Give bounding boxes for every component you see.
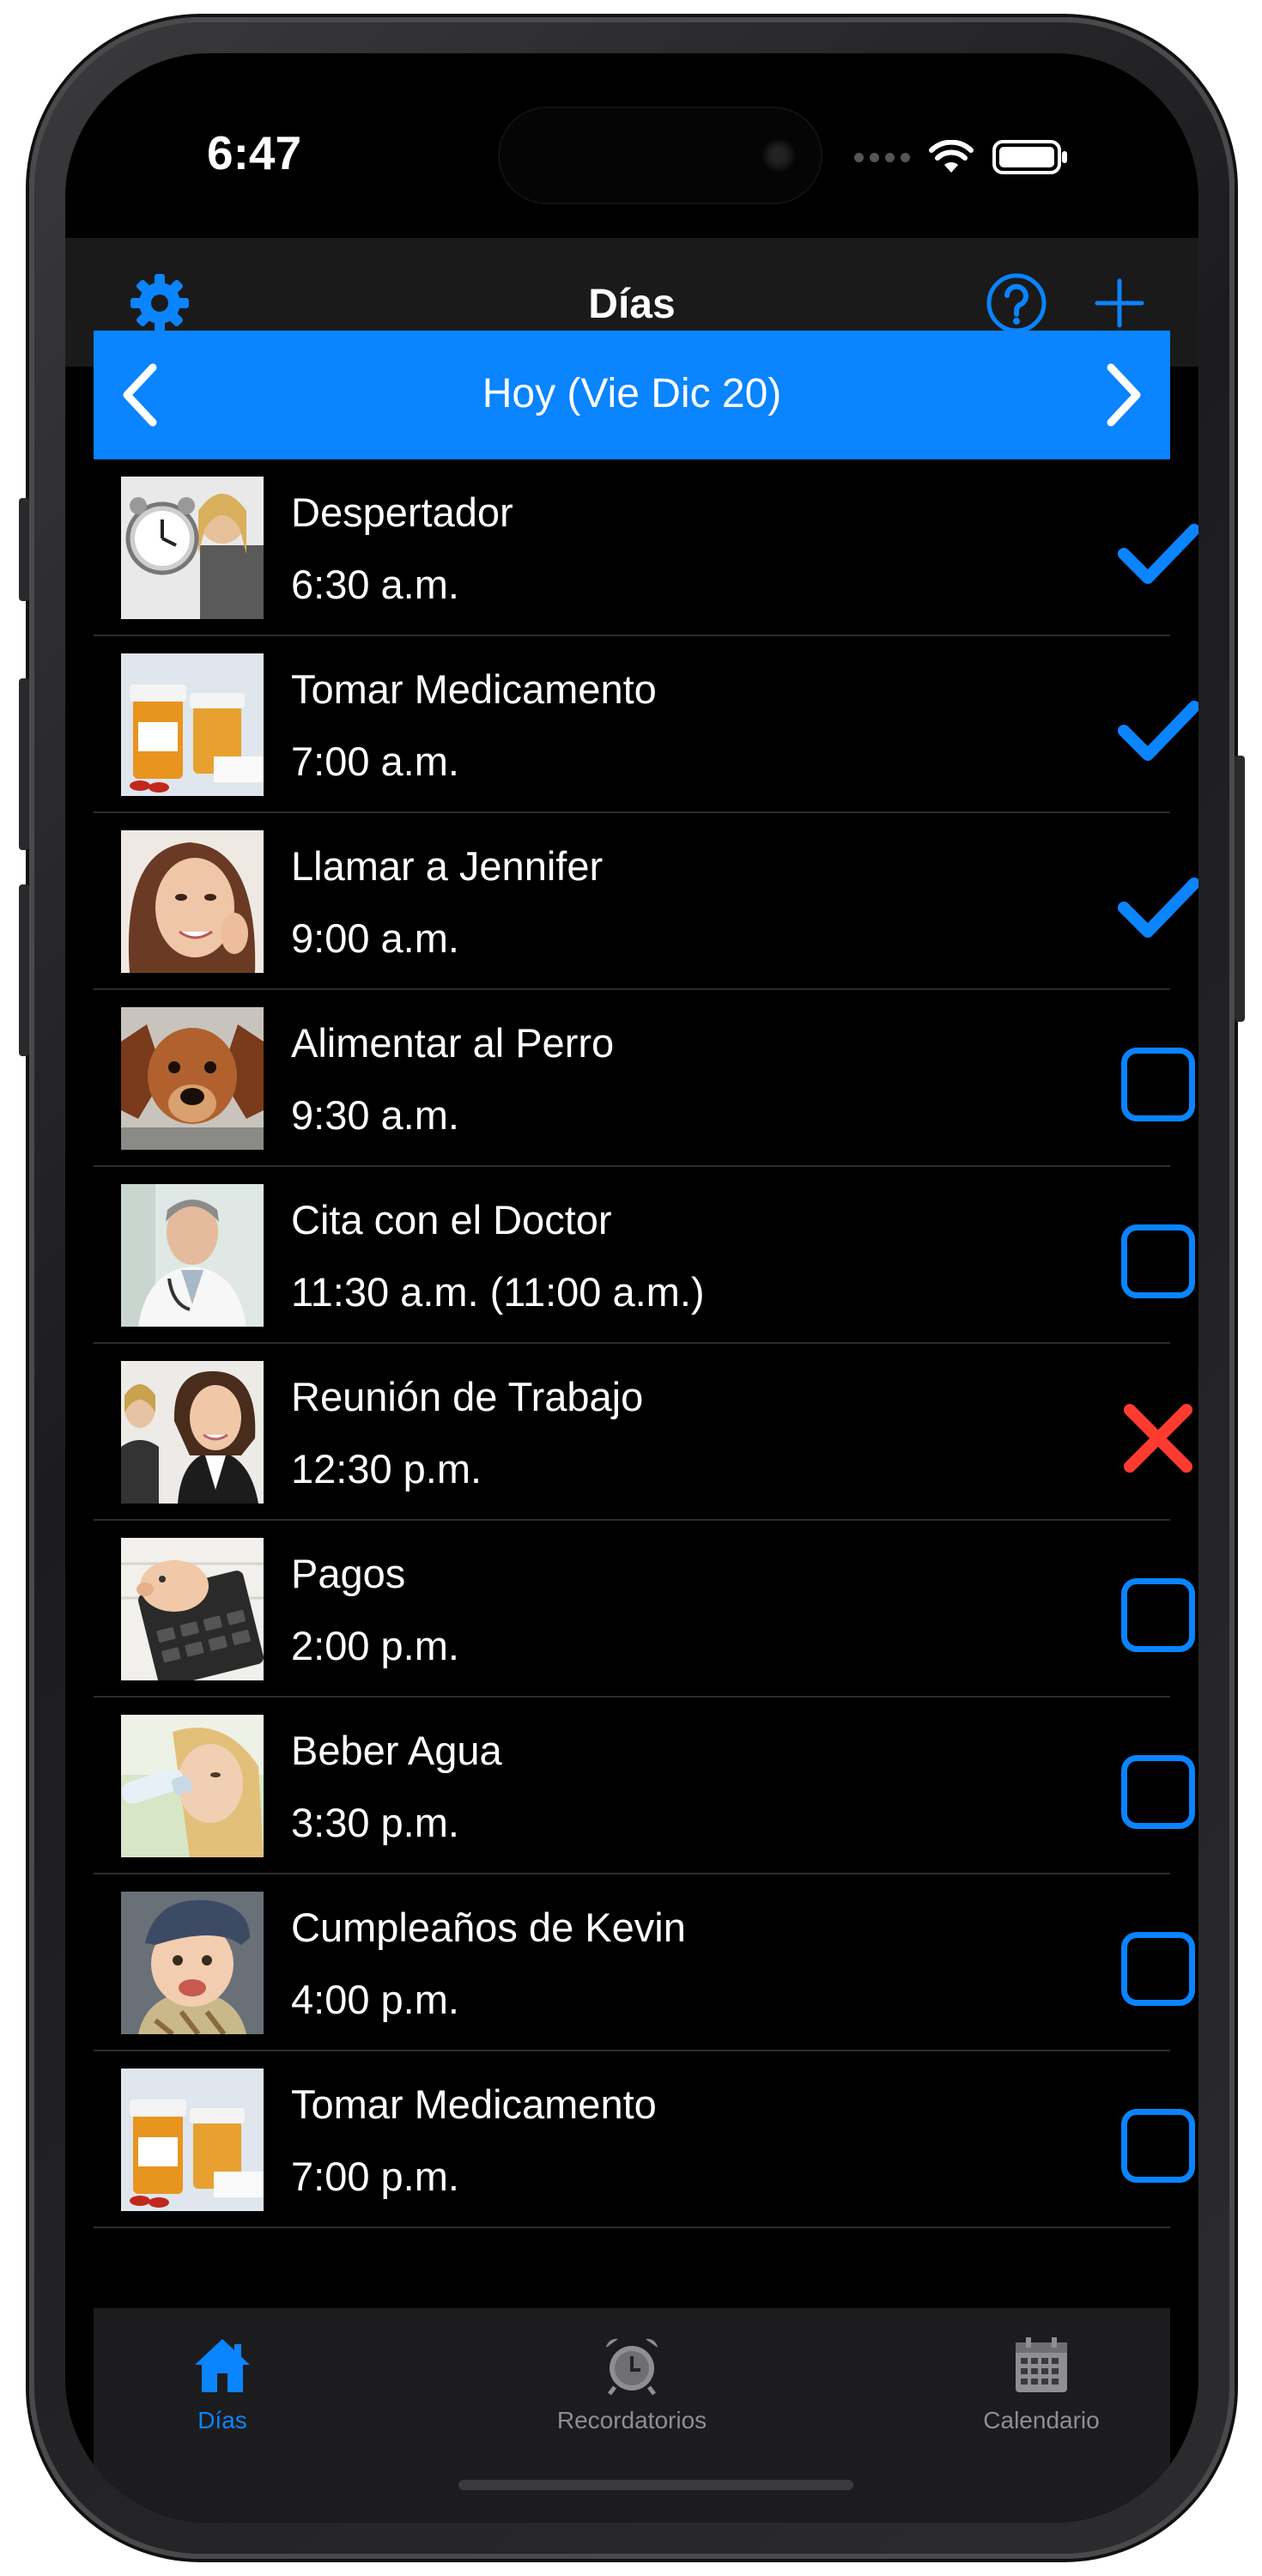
doctor-thumbnail	[121, 1184, 264, 1327]
add-reminder-button[interactable]	[1085, 269, 1154, 337]
reminder-title: Pagos	[291, 1551, 406, 1596]
reminder-time: 12:30 p.m.	[291, 1446, 482, 1492]
reminder-title: Cita con el Doctor	[291, 1197, 612, 1242]
piggy-bank-calculator-thumbnail	[121, 1538, 264, 1680]
checkbox-icon	[1121, 1578, 1195, 1652]
reminder-time: 2:00 p.m.	[291, 1623, 459, 1668]
smiling-woman-thumbnail	[121, 830, 264, 973]
house-icon	[195, 2339, 250, 2392]
checkbox-icon	[1121, 1048, 1195, 1121]
volume-up-button	[19, 678, 29, 850]
reminder-title: Llamar a Jennifer	[291, 843, 604, 889]
current-date-label: Hoy (Vie Dic 20)	[482, 371, 782, 416]
reminder-title: Tomar Medicamento	[291, 2081, 657, 2127]
reminder-row[interactable]: Reunión de Trabajo 12:30 p.m.	[94, 1344, 1192, 1521]
reminder-row[interactable]: Llamar a Jennifer 9:00 a.m.	[94, 813, 1198, 990]
help-icon	[986, 273, 1047, 333]
reminder-row[interactable]: Alimentar al Perro 9:30 a.m.	[94, 990, 1195, 1167]
woman-drinking-water-thumbnail	[121, 1715, 264, 1857]
cellular-signal-icon	[854, 152, 910, 162]
reminder-row[interactable]: Beber Agua 3:30 p.m.	[94, 1698, 1195, 1874]
completed-status-button[interactable]	[1115, 688, 1198, 774]
chevron-right-icon	[1107, 363, 1141, 427]
volume-down-button	[19, 884, 29, 1056]
wifi-icon	[929, 140, 974, 173]
reminder-time: 9:30 a.m.	[291, 1092, 459, 1138]
action-button	[19, 498, 29, 601]
pending-status-checkbox[interactable]	[1115, 2103, 1198, 2189]
next-day-button[interactable]	[1084, 356, 1162, 434]
pending-status-checkbox[interactable]	[1115, 1572, 1198, 1658]
tab-label: Calendario	[983, 2407, 1100, 2433]
power-button	[1235, 756, 1245, 1022]
reminder-time: 7:00 p.m.	[291, 2154, 459, 2199]
reminder-title: Cumpleaños de Kevin	[291, 1905, 686, 1950]
missed-status-button[interactable]	[1115, 1395, 1198, 1481]
medicine-bottles-thumbnail	[121, 653, 264, 796]
pending-status-checkbox[interactable]	[1115, 1749, 1198, 1835]
checkbox-icon	[1121, 2109, 1195, 2183]
calendar-icon	[1016, 2337, 1067, 2392]
reminder-time: 4:00 p.m.	[291, 1977, 459, 2022]
baby-with-cap-thumbnail	[121, 1892, 264, 2034]
pending-status-checkbox[interactable]	[1115, 1926, 1198, 2012]
alarm-clock-woman-thumbnail	[121, 477, 264, 619]
reminder-row[interactable]: Pagos 2:00 p.m.	[94, 1521, 1195, 1698]
help-button[interactable]	[982, 269, 1051, 337]
date-navigation-bar: Hoy (Vie Dic 20)	[94, 331, 1170, 459]
status-icons	[854, 139, 1070, 175]
checkmark-icon	[1118, 524, 1198, 584]
medicine-bottles-thumbnail	[121, 2069, 264, 2211]
battery-icon	[992, 140, 1067, 174]
reminder-time: 7:00 a.m.	[291, 738, 459, 784]
reminder-time: 6:30 a.m.	[291, 562, 459, 607]
pending-status-checkbox[interactable]	[1115, 1218, 1198, 1304]
tab-label: Días	[197, 2407, 247, 2433]
dog-thumbnail	[121, 1007, 264, 1150]
pending-status-checkbox[interactable]	[1115, 1042, 1198, 1127]
completed-status-button[interactable]	[1115, 865, 1198, 951]
reminder-time: 3:30 p.m.	[291, 1800, 459, 1845]
reminder-time: 9:00 a.m.	[291, 915, 459, 961]
reminder-row[interactable]: Cumpleaños de Kevin 4:00 p.m.	[94, 1874, 1195, 2051]
reminder-title: Tomar Medicamento	[291, 666, 657, 712]
alarm-clock-icon	[606, 2338, 658, 2396]
front-camera	[762, 139, 795, 172]
reminder-time: 11:30 a.m. (11:00 a.m.)	[291, 1269, 705, 1315]
tab-reminders[interactable]: Recordatorios	[503, 2334, 761, 2434]
tab-calendar[interactable]: Calendario	[913, 2334, 1170, 2434]
checkbox-icon	[1121, 1932, 1195, 2006]
tab-days[interactable]: Días	[94, 2334, 351, 2434]
reminder-row[interactable]: Cita con el Doctor 11:30 a.m. (11:00 a.m…	[94, 1167, 1195, 1344]
reminder-row[interactable]: Despertador 6:30 a.m.	[94, 459, 1198, 636]
tab-label: Recordatorios	[556, 2407, 707, 2433]
home-indicator[interactable]	[458, 2480, 853, 2490]
checkbox-icon	[1121, 1224, 1195, 1298]
checkbox-icon	[1121, 1755, 1195, 1829]
screen: 6:47 Días Hoy (Vie Dic 20) Despertador 6…	[65, 53, 1198, 2523]
status-time: 6:47	[207, 126, 302, 179]
reminder-title: Despertador	[291, 489, 513, 535]
tab-bar: Días Recordatorios Calendario	[94, 2308, 1170, 2523]
checkmark-icon	[1118, 701, 1198, 761]
reminder-title: Reunión de Trabajo	[291, 1374, 644, 1419]
reminder-row[interactable]: Tomar Medicamento 7:00 p.m.	[94, 2051, 1195, 2228]
phone-frame: 6:47 Días Hoy (Vie Dic 20) Despertador 6…	[19, 17, 1245, 2559]
plus-icon	[1095, 278, 1144, 328]
reminder-list: Despertador 6:30 a.m. Tomar Medicamento …	[94, 459, 1198, 2228]
business-women-thumbnail	[121, 1361, 264, 1504]
reminder-title: Beber Agua	[291, 1728, 502, 1773]
checkmark-icon	[1118, 878, 1198, 938]
completed-status-button[interactable]	[1115, 511, 1198, 597]
reminder-row[interactable]: Tomar Medicamento 7:00 a.m.	[94, 636, 1198, 813]
dynamic-island	[500, 108, 821, 203]
reminder-title: Alimentar al Perro	[291, 1020, 615, 1066]
x-mark-icon	[1124, 1404, 1192, 1473]
